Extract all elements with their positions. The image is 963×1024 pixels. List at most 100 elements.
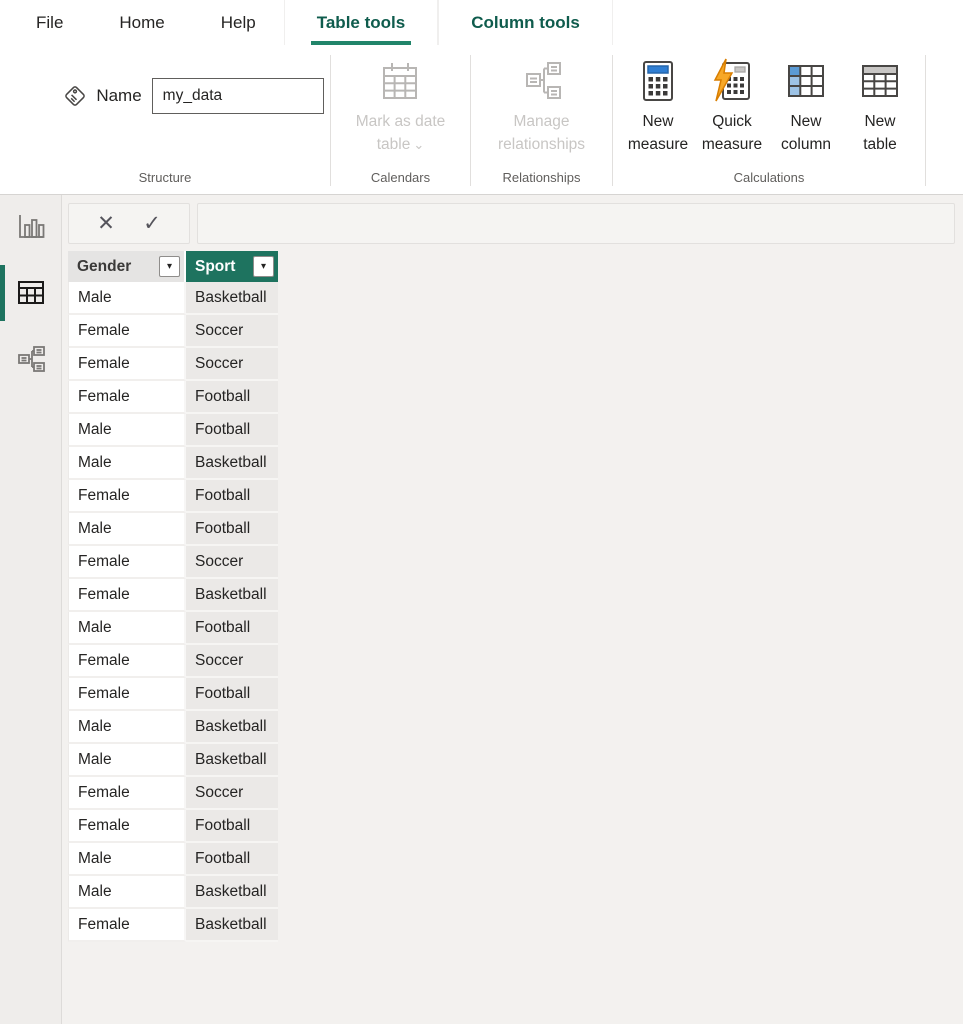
formula-input[interactable] xyxy=(197,203,955,244)
cell-gender[interactable]: Female xyxy=(68,909,186,942)
tab-file[interactable]: File xyxy=(8,0,91,45)
cell-gender[interactable]: Female xyxy=(68,381,186,414)
button-label-line: New xyxy=(790,110,821,133)
ribbon: Name Structure xyxy=(0,45,963,195)
cell-sport[interactable]: Soccer xyxy=(186,546,278,579)
sidebar-item-model-view[interactable] xyxy=(0,331,61,387)
table-row: Male Basketball xyxy=(68,876,278,909)
cell-sport[interactable]: Football xyxy=(186,381,278,414)
quick-measure-button[interactable]: Quick measure xyxy=(696,58,768,168)
table-row: Female Football xyxy=(68,480,278,513)
filter-dropdown-icon[interactable]: ▾ xyxy=(159,256,180,277)
cell-gender[interactable]: Female xyxy=(68,810,186,843)
tab-column-tools[interactable]: Column tools xyxy=(438,0,613,45)
table-row: Female Football xyxy=(68,381,278,414)
mark-as-date-table-button[interactable]: Mark as date table⌄ xyxy=(356,58,446,168)
cell-gender[interactable]: Female xyxy=(68,579,186,612)
cell-sport[interactable]: Basketball xyxy=(186,711,278,744)
cell-sport[interactable]: Basketball xyxy=(186,909,278,942)
cell-gender[interactable]: Male xyxy=(68,414,186,447)
column-header-sport[interactable]: Sport ▾ xyxy=(186,251,278,282)
ribbon-group-calendars: Mark as date table⌄ Calendars xyxy=(331,45,470,194)
cell-gender[interactable]: Male xyxy=(68,744,186,777)
cell-gender[interactable]: Female xyxy=(68,315,186,348)
ribbon-divider xyxy=(925,55,926,186)
new-measure-button[interactable]: New measure xyxy=(622,58,694,168)
button-label-line: New xyxy=(642,110,673,133)
cell-gender[interactable]: Female xyxy=(68,777,186,810)
column-header-label: Sport xyxy=(195,258,253,276)
cell-sport[interactable]: Basketball xyxy=(186,579,278,612)
cell-gender[interactable]: Female xyxy=(68,678,186,711)
cancel-formula-button[interactable]: ✕ xyxy=(93,210,119,236)
cell-gender[interactable]: Male xyxy=(68,282,186,315)
table-row: Male Football xyxy=(68,414,278,447)
sidebar-item-data-view[interactable] xyxy=(0,265,61,321)
view-sidebar xyxy=(0,195,62,1024)
table-row: Female Basketball xyxy=(68,909,278,942)
cell-sport[interactable]: Soccer xyxy=(186,315,278,348)
cell-sport[interactable]: Basketball xyxy=(186,744,278,777)
quick-measure-icon xyxy=(709,58,755,104)
formula-bar: ✕ ✓ xyxy=(62,195,963,251)
tab-help[interactable]: Help xyxy=(193,0,284,45)
column-header-gender[interactable]: Gender ▾ xyxy=(68,251,186,282)
cell-gender[interactable]: Male xyxy=(68,513,186,546)
data-view-canvas: ✕ ✓ Gender ▾ Sport ▾ Male B xyxy=(62,195,963,1024)
cell-sport[interactable]: Soccer xyxy=(186,348,278,381)
table-header-row: Gender ▾ Sport ▾ xyxy=(68,251,278,282)
cell-sport[interactable]: Football xyxy=(186,843,278,876)
cell-sport[interactable]: Football xyxy=(186,513,278,546)
report-view-icon xyxy=(15,211,47,243)
cell-sport[interactable]: Football xyxy=(186,810,278,843)
relationships-icon xyxy=(519,58,565,104)
chevron-down-icon: ⌄ xyxy=(413,137,424,152)
group-label-calendars: Calendars xyxy=(331,168,470,194)
sidebar-item-report-view[interactable] xyxy=(0,199,61,255)
cell-gender[interactable]: Female xyxy=(68,480,186,513)
cell-sport[interactable]: Basketball xyxy=(186,447,278,480)
commit-formula-button[interactable]: ✓ xyxy=(139,210,165,236)
tab-home[interactable]: Home xyxy=(91,0,192,45)
manage-relationships-button[interactable]: Manage relationships xyxy=(498,58,585,168)
cell-sport[interactable]: Basketball xyxy=(186,282,278,315)
cell-sport[interactable]: Football xyxy=(186,612,278,645)
table-row: Female Soccer xyxy=(68,645,278,678)
table-row: Female Soccer xyxy=(68,315,278,348)
button-label-line: column xyxy=(781,133,831,156)
cell-gender[interactable]: Female xyxy=(68,546,186,579)
cell-gender[interactable]: Male xyxy=(68,876,186,909)
cell-gender[interactable]: Male xyxy=(68,447,186,480)
ribbon-tab-strip: File Home Help Table tools Column tools xyxy=(0,0,963,45)
table-row: Male Basketball xyxy=(68,744,278,777)
cell-sport[interactable]: Soccer xyxy=(186,777,278,810)
cell-sport[interactable]: Football xyxy=(186,480,278,513)
new-table-button[interactable]: New table xyxy=(844,58,916,168)
column-header-label: Gender xyxy=(77,258,159,276)
tab-table-tools[interactable]: Table tools xyxy=(284,0,438,45)
button-label-line: Manage xyxy=(513,110,569,133)
group-label-structure: Structure xyxy=(0,168,330,194)
table-name-input[interactable] xyxy=(152,78,324,114)
cell-sport[interactable]: Football xyxy=(186,414,278,447)
button-label-line: Quick xyxy=(712,110,752,133)
cell-sport[interactable]: Basketball xyxy=(186,876,278,909)
cell-gender[interactable]: Male xyxy=(68,612,186,645)
cell-gender[interactable]: Male xyxy=(68,711,186,744)
cell-sport[interactable]: Soccer xyxy=(186,645,278,678)
table-row: Male Basketball xyxy=(68,447,278,480)
cell-gender[interactable]: Female xyxy=(68,645,186,678)
data-table: Gender ▾ Sport ▾ Male Basketball Female … xyxy=(68,251,278,942)
filter-dropdown-icon[interactable]: ▾ xyxy=(253,256,274,277)
new-table-icon xyxy=(857,58,903,104)
cell-gender[interactable]: Male xyxy=(68,843,186,876)
cell-sport[interactable]: Football xyxy=(186,678,278,711)
cell-gender[interactable]: Female xyxy=(68,348,186,381)
data-view-icon xyxy=(15,277,47,309)
new-column-button[interactable]: New column xyxy=(770,58,842,168)
group-label-relationships: Relationships xyxy=(471,168,612,194)
ribbon-group-relationships: Manage relationships Relationships xyxy=(471,45,612,194)
model-view-icon xyxy=(15,343,47,375)
button-label-line: measure xyxy=(628,133,688,156)
table-row: Male Football xyxy=(68,513,278,546)
